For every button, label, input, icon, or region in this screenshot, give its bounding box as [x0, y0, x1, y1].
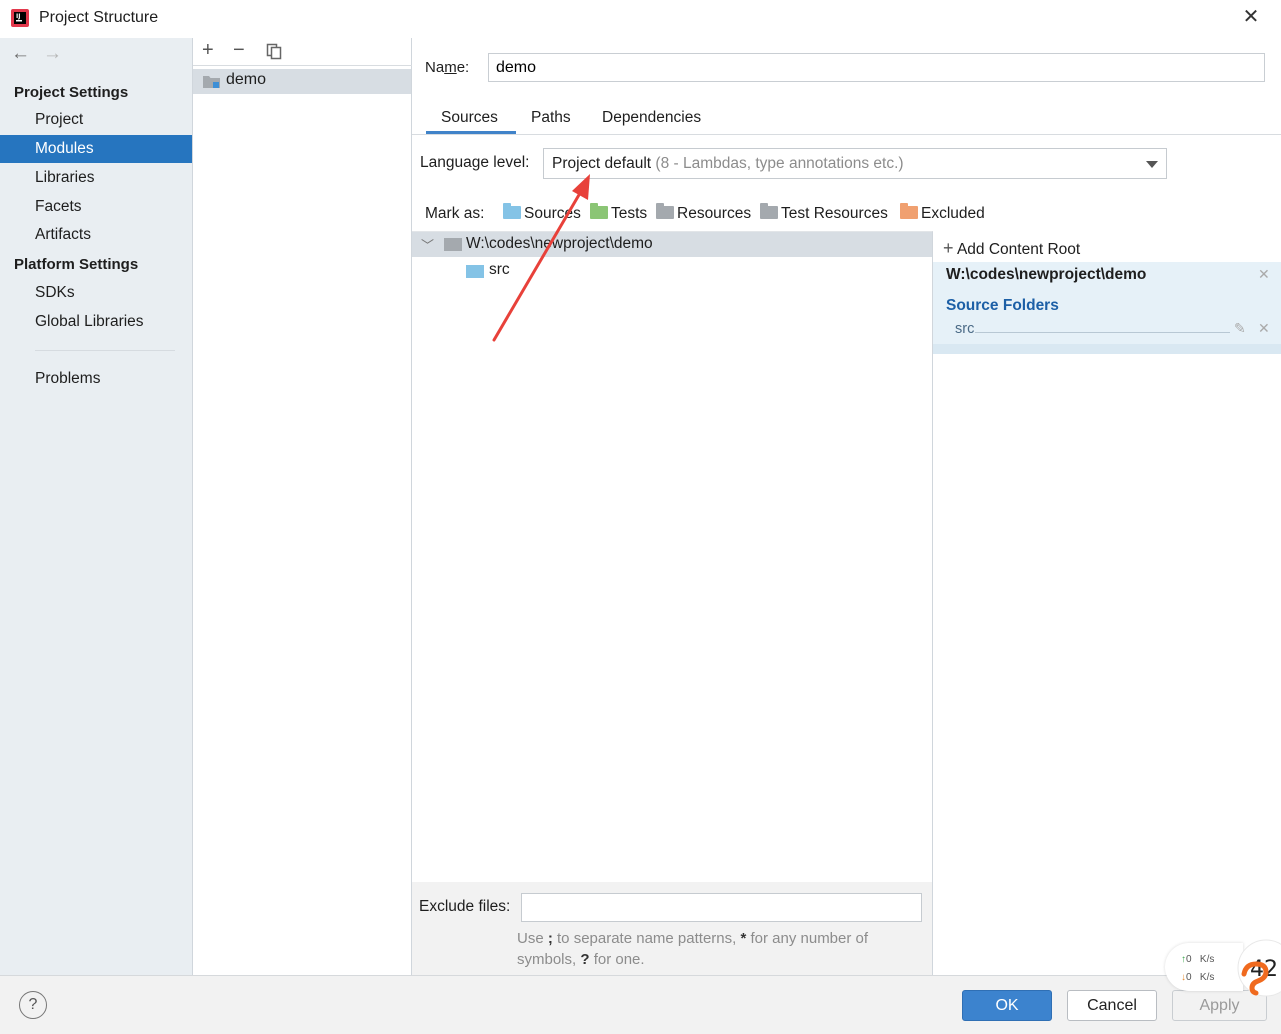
arrow-right-icon[interactable]: →	[43, 43, 62, 65]
excluded-folder-icon	[900, 203, 918, 219]
exclude-files-field[interactable]	[521, 893, 922, 922]
cancel-button[interactable]: Cancel	[1067, 990, 1157, 1021]
nav-item-modules[interactable]: Modules	[0, 135, 192, 163]
content-root-footer-band	[933, 344, 1281, 354]
nav-item-sdks[interactable]: SDKs	[0, 279, 192, 307]
edit-pencil-icon[interactable]: ✎	[1234, 320, 1246, 337]
mark-as-excluded-button[interactable]: Excluded	[900, 203, 985, 223]
content-root-path: W:\codes\newproject\demo	[946, 266, 1147, 283]
add-module-button[interactable]: +	[202, 39, 214, 62]
tab-sources[interactable]: Sources	[441, 109, 498, 127]
folder-icon	[444, 238, 462, 251]
close-icon[interactable]: ✕	[1240, 6, 1262, 28]
remove-module-button[interactable]: −	[233, 39, 245, 62]
window-title: Project Structure	[39, 9, 159, 26]
nav-item-libraries[interactable]: Libraries	[0, 164, 192, 192]
source-folders-title: Source Folders	[946, 297, 1059, 314]
module-folder-icon	[203, 76, 220, 88]
source-folder-item: src	[955, 321, 975, 337]
modules-toolbar: + −	[193, 38, 412, 66]
chevron-down-icon[interactable]: ﹀	[421, 235, 434, 254]
mark-as-test-resources-button[interactable]: Test Resources	[760, 203, 888, 223]
tab-paths[interactable]: Paths	[531, 109, 571, 127]
copy-icon[interactable]	[266, 43, 283, 60]
intellij-app-icon: IJ	[11, 9, 29, 27]
nav-item-problems[interactable]: Problems	[0, 365, 192, 393]
svg-text:IJ: IJ	[16, 13, 20, 20]
test-resources-folder-icon	[760, 203, 778, 219]
plus-icon: +	[943, 238, 954, 258]
source-folder-underline	[975, 332, 1230, 333]
arrow-left-icon[interactable]: ←	[11, 43, 30, 65]
module-list-item[interactable]: demo	[193, 69, 411, 94]
help-button[interactable]: ?	[19, 991, 47, 1019]
mark-as-label: Mark as:	[425, 205, 485, 222]
exclude-files-label: Exclude files:	[419, 898, 511, 915]
language-level-dropdown[interactable]: Project default (8 - Lambdas, type annot…	[543, 148, 1167, 179]
nav-item-artifacts[interactable]: Artifacts	[0, 221, 192, 249]
nav-divider	[35, 350, 175, 351]
upload-speed: ↑0 K/s	[1181, 954, 1215, 965]
download-speed: ↓0 K/s	[1181, 972, 1215, 983]
resources-folder-icon	[656, 203, 674, 219]
platform-settings-header: Platform Settings	[14, 256, 139, 273]
module-name: demo	[226, 71, 267, 88]
tab-divider	[412, 134, 1281, 135]
sogou-ime-badge-icon[interactable]: 42	[1236, 936, 1281, 1000]
annotation-arrow	[492, 174, 590, 342]
mark-as-resources-button[interactable]: Resources	[656, 203, 751, 223]
chevron-down-icon	[1146, 161, 1158, 168]
remove-content-root-icon[interactable]: ✕	[1258, 266, 1270, 283]
modules-list-panel: + − demo	[193, 38, 412, 975]
exclude-files-hint: Use ; to separate name patterns, * for a…	[517, 930, 869, 968]
module-name-field[interactable]	[488, 53, 1265, 82]
ok-button[interactable]: OK	[962, 990, 1052, 1021]
project-settings-header: Project Settings	[14, 84, 129, 101]
settings-sidebar: ← → Project Settings Project Modules Lib…	[0, 38, 193, 975]
nav-item-project[interactable]: Project	[0, 106, 192, 134]
tab-dependencies[interactable]: Dependencies	[602, 109, 701, 127]
nav-item-global-libraries[interactable]: Global Libraries	[0, 308, 192, 336]
add-content-root-button[interactable]: + Add Content Root	[943, 238, 1080, 259]
name-label: Name:	[425, 59, 470, 76]
title-bar	[0, 0, 1281, 38]
remove-source-folder-icon[interactable]: ✕	[1258, 320, 1270, 337]
nav-item-facets[interactable]: Facets	[0, 193, 192, 221]
network-speed-widget: ↑0 K/s ↓0 K/s	[1165, 943, 1243, 991]
